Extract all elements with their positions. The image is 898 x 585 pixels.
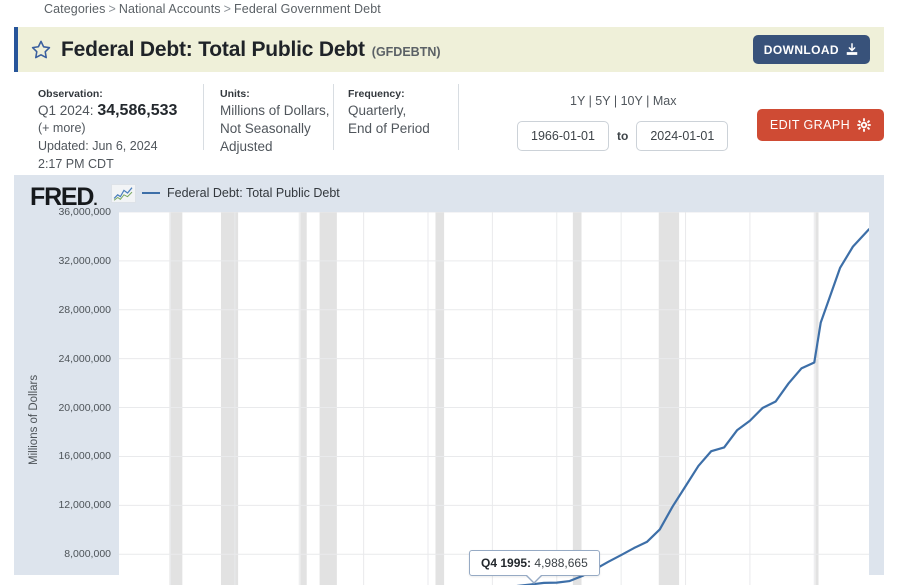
y-axis-tick-label: 20,000,000 [58, 401, 111, 414]
range-preset-5y[interactable]: 5Y [595, 94, 610, 108]
breadcrumb-item-national-accounts[interactable]: National Accounts [119, 2, 221, 16]
date-range-row: to [517, 121, 729, 151]
observation-label: Observation: [38, 88, 103, 100]
observation-period: Q1 2024: [38, 103, 94, 118]
download-button-label: DOWNLOAD [763, 42, 839, 57]
tooltip-value: 4,988,665 [534, 556, 588, 570]
units-column: Units: Millions of Dollars, Not Seasonal… [204, 80, 334, 168]
breadcrumb-separator: > [223, 2, 232, 16]
series-line-chart[interactable] [119, 212, 869, 585]
observation-column: Observation: Q1 2024: 34,586,533 (+ more… [14, 80, 204, 171]
y-axis-tick-label: 24,000,000 [58, 352, 111, 365]
legend-label: Federal Debt: Total Public Debt [167, 186, 340, 200]
sparkline-icon [111, 184, 136, 203]
range-sep: | [646, 94, 650, 108]
frequency-label: Frequency: [348, 88, 405, 100]
y-axis-label: Millions of Dollars [28, 374, 40, 465]
units-label: Units: [220, 88, 250, 100]
units-value-line-3: Adjusted [220, 139, 273, 154]
y-axis-tick-label: 28,000,000 [58, 303, 111, 316]
data-point-tooltip: Q4 1995: 4,988,665 [469, 550, 600, 584]
range-preset-max[interactable]: Max [653, 94, 677, 108]
y-axis-tick-label: 12,000,000 [58, 499, 111, 512]
updated-label: Updated: [38, 139, 89, 153]
date-range-to-label: to [617, 129, 629, 143]
y-axis-tick-label: 8,000,000 [64, 548, 111, 561]
chart-panel: FRED. Federal Debt: Total Public Debt Mi… [14, 175, 884, 585]
plot-area[interactable]: 04,000,0008,000,00012,000,00016,000,0002… [58, 206, 869, 585]
range-sep: | [588, 94, 592, 108]
units-value-line-1: Millions of Dollars, [220, 103, 330, 118]
updated-date: Jun 6, 2024 [92, 139, 158, 153]
updated-row: Updated: Jun 6, 2024 [38, 137, 204, 155]
range-sep: | [613, 94, 618, 108]
range-preset-1y[interactable]: 1Y [570, 94, 585, 108]
range-preset-links: 1Y | 5Y | 10Y | Max [570, 94, 676, 108]
y-axis-tick-label: 16,000,000 [58, 450, 111, 463]
series-title-banner: Federal Debt: Total Public Debt (GFDEBTN… [14, 27, 884, 72]
breadcrumb-item-categories[interactable]: Categories [44, 2, 105, 16]
observation-value: 34,586,533 [97, 102, 178, 119]
frequency-column: Frequency: Quarterly, End of Period [334, 80, 459, 168]
updated-time: 2:17 PM CDT [38, 157, 114, 171]
more-link[interactable]: (+ more) [38, 120, 204, 137]
start-date-input[interactable] [517, 121, 609, 151]
fred-series-page: Categories > National Accounts > Federal Gov… [0, 0, 898, 585]
breadcrumb-item-federal-government-debt[interactable]: Federal Government Debt [234, 2, 381, 16]
units-value-line-2: Not Seasonally [220, 121, 311, 136]
breadcrumb: Categories > National Accounts > Federal Gov… [44, 2, 381, 16]
series-meta-strip: Observation: Q1 2024: 34,586,533 (+ more… [14, 80, 884, 171]
download-button[interactable]: DOWNLOAD [752, 35, 870, 64]
frequency-value-line-2: End of Period [348, 121, 430, 136]
y-axis-tick-label: 36,000,000 [58, 206, 111, 218]
frequency-value-line-1: Quarterly, [348, 103, 407, 118]
range-preset-10y[interactable]: 10Y [621, 94, 643, 108]
breadcrumb-separator: > [108, 2, 116, 16]
tooltip-period: Q4 1995: [481, 556, 532, 570]
download-icon [846, 42, 858, 55]
page-title: Federal Debt: Total Public Debt [61, 37, 365, 61]
legend-color-swatch [142, 191, 160, 195]
end-date-input[interactable] [636, 121, 729, 151]
edit-graph-button[interactable]: EDIT GRAPH [756, 109, 884, 141]
series-id: (GFDEBTN) [371, 44, 441, 59]
chart-legend: Federal Debt: Total Public Debt [142, 186, 340, 200]
edit-graph-label: EDIT GRAPH [769, 118, 850, 132]
gear-icon [857, 118, 871, 132]
star-icon[interactable] [30, 39, 52, 61]
y-axis-tick-label: 32,000,000 [58, 254, 111, 267]
observation-value-row: Q1 2024: 34,586,533 [38, 102, 204, 120]
